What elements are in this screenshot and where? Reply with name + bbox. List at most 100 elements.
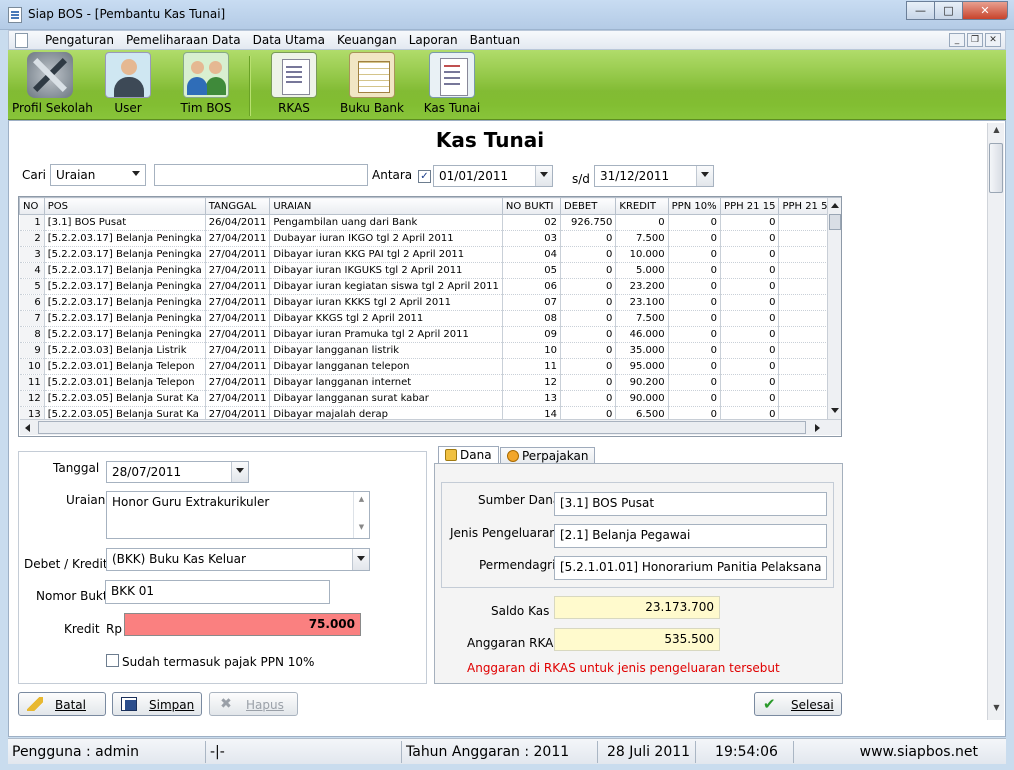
menu-data-utama[interactable]: Data Utama bbox=[247, 33, 331, 48]
grid-horizontal-scrollbar[interactable] bbox=[20, 419, 841, 435]
scroll-down-icon[interactable] bbox=[831, 408, 839, 413]
table-cell: 0 bbox=[560, 294, 617, 311]
table-cell: 0 bbox=[560, 390, 617, 407]
mdi-minimize-button[interactable]: _ bbox=[949, 33, 965, 47]
toolbar-profil-sekolah[interactable]: Profil Sekolah bbox=[12, 52, 93, 118]
table-cell: 9 bbox=[19, 342, 45, 359]
column-header[interactable]: URAIAN bbox=[269, 197, 503, 215]
permendagri-field[interactable]: [5.2.1.01.01] Honorarium Panitia Pelaksa… bbox=[554, 556, 827, 580]
column-header[interactable]: KREDIT bbox=[615, 197, 669, 215]
nomor-bukti-input[interactable]: BKK 01 bbox=[105, 580, 330, 604]
jenis-pengeluaran-field[interactable]: [2.1] Belanja Pegawai bbox=[554, 524, 827, 548]
column-header[interactable]: POS bbox=[43, 197, 206, 215]
table-cell: 0 bbox=[720, 262, 780, 279]
table-cell: 0 bbox=[560, 310, 617, 327]
document-icon bbox=[15, 33, 28, 48]
scroll-left-icon[interactable] bbox=[25, 424, 30, 432]
menu-bantuan[interactable]: Bantuan bbox=[464, 33, 526, 48]
uraian-textarea[interactable]: Honor Guru Extrakurikuler ▲ ▼ bbox=[106, 491, 370, 539]
sd-label: s/d bbox=[572, 172, 590, 186]
table-cell: 13 bbox=[502, 390, 562, 407]
table-cell: 35.000 bbox=[615, 342, 669, 359]
close-button[interactable]: ✕ bbox=[962, 1, 1008, 20]
column-header[interactable]: PPN 10% bbox=[667, 197, 722, 215]
debet-kredit-select[interactable]: (BKK) Buku Kas Keluar bbox=[106, 548, 370, 571]
toolbar-user[interactable]: User bbox=[102, 52, 154, 118]
tab-dana[interactable]: Dana bbox=[438, 446, 499, 464]
textarea-scrollbar[interactable]: ▲ ▼ bbox=[353, 492, 369, 538]
tanggal-label: Tanggal bbox=[53, 461, 100, 475]
selesai-button[interactable]: ✔ Selesai bbox=[754, 692, 842, 716]
column-header[interactable]: DEBET bbox=[559, 197, 617, 215]
scroll-up-icon[interactable]: ▲ bbox=[990, 125, 1003, 139]
table-cell: 7.500 bbox=[615, 230, 669, 247]
table-cell: 26/04/2011 bbox=[205, 214, 271, 231]
status-tahun-anggaran: Tahun Anggaran : 2011 bbox=[402, 741, 598, 763]
table-cell: 10 bbox=[502, 342, 562, 359]
table-row[interactable]: 7 [5.2.2.03.17] Belanja Peningka 27/04/201… bbox=[19, 310, 841, 327]
table-row[interactable]: 4 [5.2.2.03.17] Belanja Peningka 27/04/201… bbox=[19, 262, 841, 279]
mdi-restore-button[interactable]: ❐ bbox=[967, 33, 983, 47]
table-row[interactable]: 8 [5.2.2.03.17] Belanja Peningka 27/04/201… bbox=[19, 326, 841, 343]
table-row[interactable]: 12 [5.2.2.03.05] Belanja Surat Ka 27/04/20… bbox=[19, 390, 841, 407]
column-header[interactable]: NO bbox=[19, 197, 45, 215]
toolbar-buku-bank[interactable]: Buku Bank bbox=[340, 52, 404, 118]
table-cell: Dubayar iuran IKGO tgl 2 April 2011 bbox=[269, 230, 503, 247]
tanggal-date-picker[interactable]: 28/07/2011 bbox=[106, 461, 249, 483]
table-row[interactable]: 9 [5.2.2.03.03] Belanja Listrik 27/04/2011… bbox=[19, 342, 841, 359]
chevron-down-icon bbox=[128, 165, 145, 185]
menu-pengaturan[interactable]: Pengaturan bbox=[39, 33, 120, 48]
sumber-dana-field[interactable]: [3.1] BOS Pusat bbox=[554, 492, 827, 516]
from-date-picker[interactable]: 01/01/2011 bbox=[433, 165, 553, 187]
table-row[interactable]: 1 [3.1] BOS Pusat 26/04/2011 Pengambilan ua… bbox=[19, 214, 841, 231]
status-indicator: -|- bbox=[206, 741, 402, 763]
ppn-checkbox[interactable] bbox=[106, 654, 119, 667]
scroll-up-icon[interactable] bbox=[831, 203, 839, 208]
minimize-button[interactable]: — bbox=[906, 1, 934, 20]
search-input[interactable] bbox=[154, 164, 368, 186]
nomor-bukti-label: Nomor Bukti bbox=[36, 589, 111, 603]
table-cell: Dibayar langganan internet bbox=[269, 374, 503, 391]
column-header[interactable]: TANGGAL bbox=[204, 197, 271, 215]
table-row[interactable]: 2 [5.2.2.03.17] Belanja Peningka 27/04/201… bbox=[19, 230, 841, 247]
table-cell: 0 bbox=[668, 310, 722, 327]
scroll-down-icon[interactable]: ▼ bbox=[990, 703, 1003, 717]
maximize-button[interactable]: □ bbox=[934, 1, 962, 20]
budget-warning: Anggaran di RKAS untuk jenis pengeluaran… bbox=[467, 661, 780, 675]
table-cell: 27/04/2011 bbox=[205, 278, 271, 295]
menu-laporan[interactable]: Laporan bbox=[403, 33, 464, 48]
user-icon bbox=[105, 52, 151, 98]
kredit-amount-input[interactable]: 75.000 bbox=[124, 613, 361, 636]
table-row[interactable]: 10 [5.2.2.03.01] Belanja Telepon 27/04/201… bbox=[19, 358, 841, 375]
table-cell: 11 bbox=[502, 358, 562, 375]
toolbar-rkas[interactable]: RKAS bbox=[268, 52, 320, 118]
column-header[interactable]: NO BUKTI bbox=[501, 197, 562, 215]
scroll-thumb[interactable] bbox=[829, 214, 841, 230]
debet-kredit-label: Debet / Kredit bbox=[24, 557, 108, 571]
grid-vertical-scrollbar[interactable] bbox=[827, 198, 841, 419]
simpan-button[interactable]: Simpan bbox=[112, 692, 202, 716]
table-row[interactable]: 11 [5.2.2.03.01] Belanja Telepon 27/04/201… bbox=[19, 374, 841, 391]
antara-checkbox[interactable]: ✓ bbox=[418, 170, 431, 183]
hapus-button[interactable]: ✖ Hapus bbox=[209, 692, 298, 716]
saldo-kas-label: Saldo Kas bbox=[491, 604, 550, 618]
table-cell: Dibayar iuran Pramuka tgl 2 April 2011 bbox=[269, 326, 503, 343]
table-row[interactable]: 6 [5.2.2.03.17] Belanja Peningka 27/04/201… bbox=[19, 294, 841, 311]
table-cell: 10 bbox=[19, 358, 45, 375]
scroll-thumb[interactable] bbox=[38, 421, 806, 434]
menu-pemeliharaan-data[interactable]: Pemeliharaan Data bbox=[120, 33, 247, 48]
column-header[interactable]: PPH 21 15 bbox=[720, 197, 780, 215]
table-row[interactable]: 3 [5.2.2.03.17] Belanja Peningka 27/04/201… bbox=[19, 246, 841, 263]
ledger-icon bbox=[349, 52, 395, 98]
menu-keuangan[interactable]: Keuangan bbox=[331, 33, 403, 48]
to-date-picker[interactable]: 31/12/2011 bbox=[594, 165, 714, 187]
toolbar-kas-tunai[interactable]: Kas Tunai bbox=[422, 52, 482, 118]
scroll-right-icon[interactable] bbox=[815, 424, 820, 432]
mdi-close-button[interactable]: ✕ bbox=[985, 33, 1001, 47]
scroll-thumb[interactable] bbox=[989, 143, 1003, 193]
search-field-select[interactable]: Uraian bbox=[50, 164, 146, 186]
table-row[interactable]: 5 [5.2.2.03.17] Belanja Peningka 27/04/201… bbox=[19, 278, 841, 295]
toolbar-tim-bos[interactable]: Tim BOS bbox=[178, 52, 234, 118]
main-vertical-scrollbar[interactable]: ▲ ▼ bbox=[987, 123, 1004, 720]
batal-button[interactable]: Batal bbox=[18, 692, 106, 716]
